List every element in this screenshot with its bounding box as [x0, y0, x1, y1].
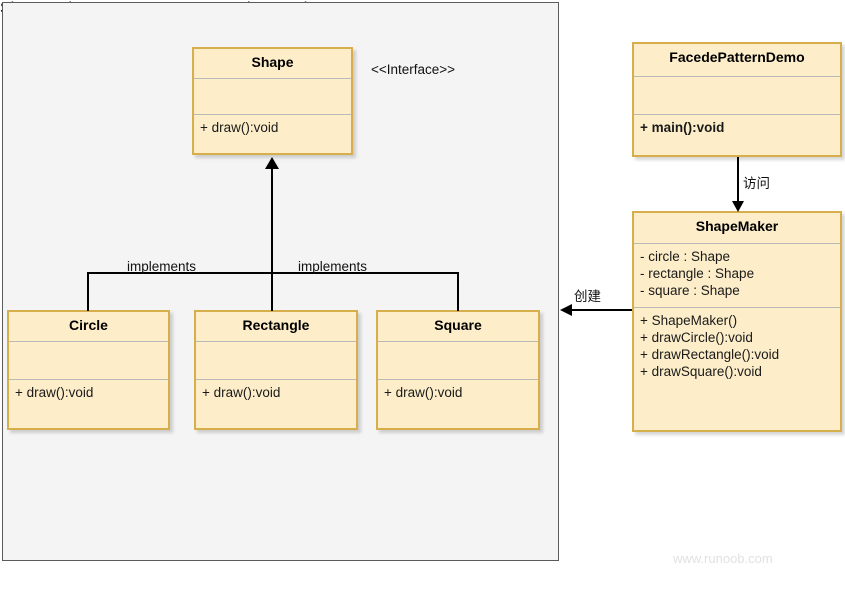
class-title-circle: Circle: [9, 312, 168, 342]
operation-item: + draw():void: [200, 120, 279, 135]
class-box-square[interactable]: Square + draw():void: [376, 310, 540, 430]
dependency-arrowhead-create: [560, 304, 572, 316]
operation-item: + draw():void: [384, 385, 463, 400]
attribute-item: - circle : Shape: [640, 249, 731, 264]
operation-item: + main():void: [640, 120, 725, 135]
class-operations-circle: + draw():void: [9, 380, 168, 428]
edge-label-implements-left: implements: [127, 259, 197, 274]
class-attributes-circle: [9, 342, 168, 380]
class-box-shape[interactable]: Shape + draw():void: [192, 47, 353, 155]
operation-item: + draw():void: [15, 385, 94, 400]
class-title-facedepatterndemo: FacedePatternDemo: [634, 44, 840, 77]
attribute-item: - rectangle : Shape: [640, 266, 755, 281]
class-attributes-facedepatterndemo: [634, 77, 840, 115]
dependency-line-visit: [737, 157, 739, 204]
class-attributes-square: [378, 342, 538, 380]
operation-item: + drawSquare():void: [640, 364, 762, 379]
operation-item: + ShapeMaker(): [640, 313, 738, 328]
class-attributes-shapemaker: - circle : Shape - rectangle : Shape - s…: [634, 244, 840, 308]
class-attributes-shape: [194, 79, 351, 115]
class-box-facedepatterndemo[interactable]: FacedePatternDemo + main():void: [632, 42, 842, 157]
class-operations-facedepatterndemo: + main():void: [634, 115, 840, 155]
attribute-item: - square : Shape: [640, 283, 740, 298]
class-box-circle[interactable]: Circle + draw():void: [7, 310, 170, 430]
class-title-rectangle: Rectangle: [196, 312, 356, 342]
class-operations-shapemaker: + ShapeMaker() + drawCircle():void + dra…: [634, 308, 840, 430]
class-title-square: Square: [378, 312, 538, 342]
stereotype-interface: <<Interface>>: [371, 62, 456, 77]
class-operations-rectangle: + draw():void: [196, 380, 356, 428]
class-title-shapemaker: ShapeMaker: [634, 213, 840, 244]
operation-item: + drawCircle():void: [640, 330, 753, 345]
class-attributes-rectangle: [196, 342, 356, 380]
uml-class-diagram: Shape + draw():void <<Interface>> Circle…: [0, 0, 845, 595]
operation-item: + drawRectangle():void: [640, 347, 780, 362]
generalization-stem: [271, 169, 273, 273]
class-operations-square: + draw():void: [378, 380, 538, 428]
generalization-drop-circle: [87, 272, 89, 311]
generalization-drop-square: [457, 272, 459, 311]
dependency-line-create: [572, 309, 632, 311]
operation-item: + draw():void: [202, 385, 281, 400]
class-operations-shape: + draw():void: [194, 115, 351, 153]
class-box-rectangle[interactable]: Rectangle + draw():void: [194, 310, 358, 430]
generalization-drop-rectangle: [271, 272, 273, 311]
generalization-arrowhead: [265, 157, 279, 169]
watermark: www.runoob.com: [673, 551, 773, 566]
edge-label-visit: 访问: [743, 176, 770, 191]
edge-label-create: 创建: [574, 289, 601, 304]
dependency-arrowhead-visit: [732, 201, 744, 212]
class-title-shape: Shape: [194, 49, 351, 79]
edge-label-implements-right: implements: [298, 259, 368, 274]
class-box-shapemaker[interactable]: ShapeMaker - circle : Shape - rectangle …: [632, 211, 842, 432]
